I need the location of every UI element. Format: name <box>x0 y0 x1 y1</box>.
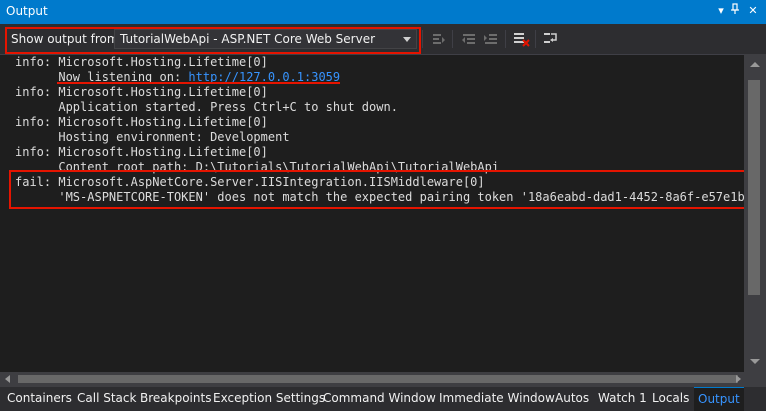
output-line: info: Microsoft.Hosting.Lifetime[0] <box>15 85 268 99</box>
listening-underline <box>57 82 340 84</box>
output-text-area[interactable]: info: Microsoft.Hosting.Lifetime[0] Now … <box>0 54 744 373</box>
output-line: info: Microsoft.Hosting.Lifetime[0] <box>15 145 268 159</box>
source-highlight-box <box>5 27 421 54</box>
tab-exception-settings[interactable]: Exception Settings <box>209 387 329 411</box>
tab-output[interactable]: Output <box>694 387 744 411</box>
output-window-titlebar: Output ▾ ✕ <box>0 0 766 24</box>
tab-containers[interactable]: Containers <box>3 387 76 411</box>
tab-call-stack[interactable]: Call Stack <box>73 387 140 411</box>
tab-command-window[interactable]: Command Window <box>319 387 440 411</box>
pin-icon[interactable] <box>728 3 742 19</box>
output-line: Hosting environment: Development <box>58 130 290 144</box>
toolbar-separator <box>422 30 423 48</box>
tab-breakpoints[interactable]: Breakpoints <box>136 387 215 411</box>
vertical-scroll-thumb[interactable] <box>748 80 760 295</box>
toolbar-separator <box>452 30 453 48</box>
scroll-left-icon[interactable] <box>5 375 10 383</box>
horizontal-scrollbar[interactable] <box>0 372 744 387</box>
tab-watch-1[interactable]: Watch 1 <box>594 387 651 411</box>
pin-icon-glyph <box>731 3 739 14</box>
horizontal-scroll-thumb[interactable] <box>18 375 738 383</box>
tab-locals[interactable]: Locals <box>648 387 693 411</box>
vertical-scrollbar[interactable] <box>744 54 766 372</box>
scroll-down-icon[interactable] <box>750 359 760 364</box>
output-line: Application started. Press Ctrl+C to shu… <box>58 100 398 114</box>
scroll-right-icon[interactable] <box>736 375 741 383</box>
chevron-down-icon[interactable]: ▾ <box>714 3 728 19</box>
tab-autos[interactable]: Autos <box>551 387 593 411</box>
toggle-word-wrap-icon[interactable] <box>542 30 560 48</box>
output-line: info: Microsoft.Hosting.Lifetime[0] <box>15 55 268 69</box>
find-message-icon[interactable] <box>430 30 448 48</box>
clear-all-icon[interactable] <box>512 30 530 48</box>
toolbar-separator <box>535 30 536 48</box>
scrollbar-corner <box>744 372 766 387</box>
toolbar-separator <box>505 30 506 48</box>
window-title: Output <box>6 4 48 18</box>
close-icon[interactable]: ✕ <box>746 3 760 19</box>
previous-message-icon[interactable] <box>460 30 478 48</box>
error-highlight-box <box>9 170 746 209</box>
output-line: info: Microsoft.Hosting.Lifetime[0] <box>15 115 268 129</box>
next-message-icon[interactable] <box>482 30 500 48</box>
tool-window-tabs: Containers Call Stack Breakpoints Except… <box>0 387 766 411</box>
tab-immediate-window[interactable]: Immediate Window <box>435 387 559 411</box>
scroll-up-icon[interactable] <box>750 62 760 67</box>
